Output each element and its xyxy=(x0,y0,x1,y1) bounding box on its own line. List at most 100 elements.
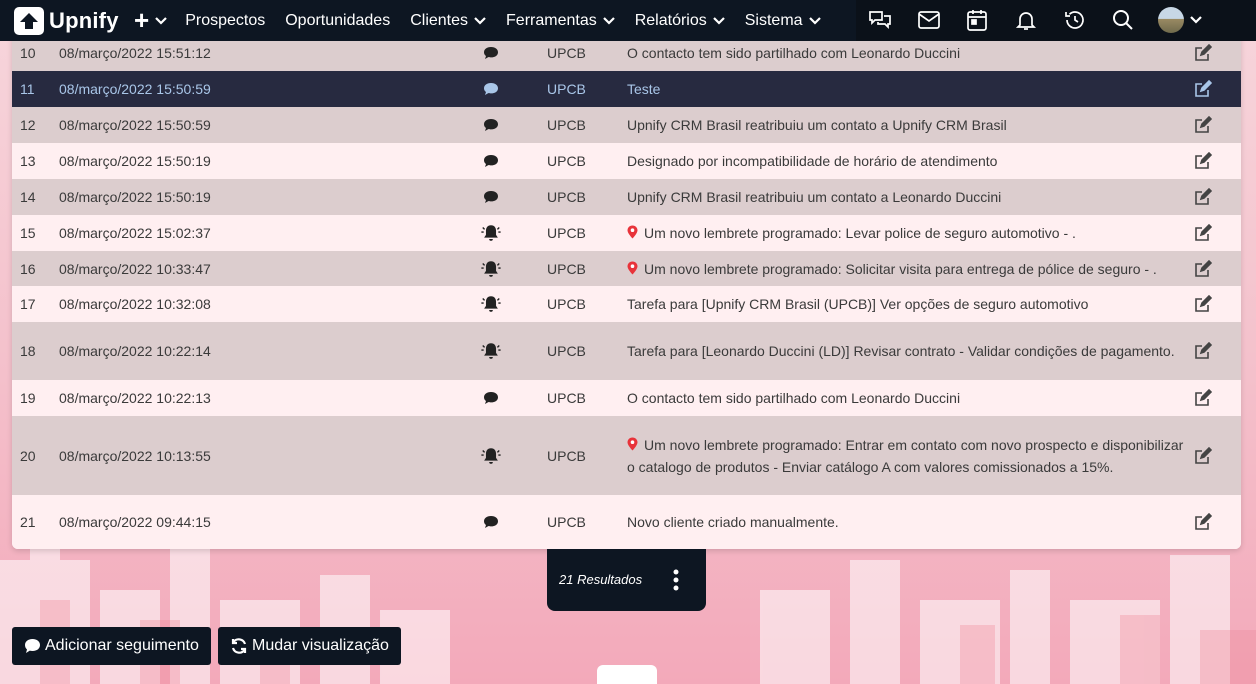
more-options-icon[interactable] xyxy=(672,569,680,591)
chat-bubbles-icon[interactable] xyxy=(868,8,892,32)
refresh-icon xyxy=(231,638,247,654)
row-date: 08/março/2022 10:33:47 xyxy=(59,260,211,277)
row-description: Um novo lembrete programado: Entrar em c… xyxy=(627,434,1187,478)
nav-prospectos-label: Prospectos xyxy=(185,11,266,29)
mail-icon[interactable] xyxy=(917,8,941,32)
plus-icon: + xyxy=(134,4,150,35)
table-row[interactable]: 14 08/março/2022 15:50:19 UPCB Upnify CRM B… xyxy=(12,179,1241,215)
table-row[interactable]: 17 08/março/2022 10:32:08 UPCB Tarefa para … xyxy=(12,286,1241,322)
row-number: 19 xyxy=(20,390,36,406)
row-user: UPCB xyxy=(547,390,586,406)
row-description-text: Um novo lembrete programado: Solicitar v… xyxy=(644,260,1157,277)
bell-ring-icon xyxy=(480,223,502,243)
edit-icon[interactable] xyxy=(1194,151,1213,170)
comment-icon xyxy=(480,115,502,135)
calendar-icon[interactable] xyxy=(965,8,989,32)
table-row[interactable]: 20 08/março/2022 10:13:55 UPCB Um novo lemb… xyxy=(12,416,1241,495)
row-description: O contacto tem sido partilhado com Leona… xyxy=(627,387,1187,409)
bell-icon[interactable] xyxy=(1014,8,1038,32)
row-user: UPCB xyxy=(547,153,586,169)
row-description: Upnify CRM Brasil reatribuiu um contato … xyxy=(627,114,1187,136)
edit-icon[interactable] xyxy=(1194,446,1213,465)
nav-oportunidades[interactable]: Oportunidades xyxy=(285,12,390,30)
history-icon[interactable] xyxy=(1063,8,1087,32)
row-date: 08/março/2022 15:51:12 xyxy=(59,45,211,61)
edit-icon[interactable] xyxy=(1194,115,1213,134)
edit-icon[interactable] xyxy=(1194,388,1213,407)
add-followup-button[interactable]: Adicionar seguimento xyxy=(12,627,211,665)
top-navigation-bar: Upnify + Prospectos Oportunidades Client… xyxy=(0,0,1256,41)
nav-right-toolbar xyxy=(856,0,1256,41)
location-pin-icon xyxy=(627,225,644,241)
row-description-text: Designado por incompatibilidade de horár… xyxy=(627,153,998,169)
activity-table: 10 08/março/2022 15:51:12 UPCB O contacto t… xyxy=(12,35,1241,549)
table-row[interactable]: 15 08/março/2022 15:02:37 UPCB Um novo lemb… xyxy=(12,215,1241,251)
change-view-button[interactable]: Mudar visualização xyxy=(218,627,401,665)
row-number: 11 xyxy=(20,81,35,97)
table-row[interactable]: 21 08/março/2022 09:44:15 UPCB Novo cliente… xyxy=(12,495,1241,549)
row-user: UPCB xyxy=(547,260,586,277)
row-date: 08/março/2022 10:13:55 xyxy=(59,447,211,464)
row-number: 10 xyxy=(20,45,36,61)
row-user: UPCB xyxy=(547,296,586,312)
table-row[interactable]: 12 08/março/2022 15:50:59 UPCB Upnify CRM B… xyxy=(12,107,1241,143)
location-pin-icon xyxy=(627,437,644,453)
chevron-down-icon xyxy=(155,16,167,25)
bell-ring-icon xyxy=(480,341,502,361)
row-number: 17 xyxy=(20,296,36,312)
edit-icon[interactable] xyxy=(1194,259,1213,278)
table-row[interactable]: 11 08/março/2022 15:50:59 UPCB Teste xyxy=(12,71,1241,107)
table-row[interactable]: 16 08/março/2022 10:33:47 UPCB Um novo lemb… xyxy=(12,251,1241,286)
table-row[interactable]: 19 08/março/2022 10:22:13 UPCB O contacto t… xyxy=(12,380,1241,416)
results-footer: 21 Resultados xyxy=(547,549,706,611)
comment-icon xyxy=(480,43,502,63)
row-description: O contacto tem sido partilhado com Leona… xyxy=(627,42,1187,64)
quick-add-button[interactable]: + xyxy=(134,4,167,35)
row-date: 08/março/2022 10:32:08 xyxy=(59,296,211,312)
table-row[interactable]: 18 08/março/2022 10:22:14 UPCB Tarefa para … xyxy=(12,322,1241,380)
table-row[interactable]: 13 08/março/2022 15:50:19 UPCB Designado po… xyxy=(12,143,1241,179)
row-user: UPCB xyxy=(547,225,586,241)
row-user: UPCB xyxy=(547,514,586,530)
results-count: 21 Resultados xyxy=(559,572,643,587)
bottom-handle[interactable] xyxy=(597,665,657,684)
row-description-text: Um novo lembrete programado: Entrar em c… xyxy=(627,436,1184,475)
edit-icon[interactable] xyxy=(1194,512,1213,531)
row-number: 15 xyxy=(20,225,36,241)
chevron-down-icon xyxy=(808,16,821,25)
row-number: 18 xyxy=(20,343,36,359)
nav-ferramentas[interactable]: Ferramentas xyxy=(506,12,615,30)
edit-icon[interactable] xyxy=(1194,43,1213,62)
nav-sistema[interactable]: Sistema xyxy=(745,12,821,30)
location-pin-icon xyxy=(627,261,644,277)
chevron-down-icon[interactable] xyxy=(1190,16,1202,24)
row-date: 08/março/2022 15:50:59 xyxy=(59,117,211,133)
edit-icon[interactable] xyxy=(1194,223,1213,242)
row-number: 14 xyxy=(20,189,36,205)
row-description-text: Novo cliente criado manualmente. xyxy=(627,514,839,530)
nav-clientes[interactable]: Clientes xyxy=(410,12,486,30)
row-description-text: Upnify CRM Brasil reatribuiu um contato … xyxy=(627,117,1007,133)
edit-icon[interactable] xyxy=(1194,187,1213,206)
row-date: 08/março/2022 15:50:19 xyxy=(59,153,211,169)
upnify-logo-icon xyxy=(14,6,44,35)
row-description: Tarefa para [Upnify CRM Brasil (UPCB)] V… xyxy=(627,293,1187,315)
nav-prospectos[interactable]: Prospectos xyxy=(185,12,265,30)
edit-icon[interactable] xyxy=(1194,294,1213,313)
comment-icon xyxy=(25,639,40,653)
row-description: Um novo lembrete programado: Solicitar v… xyxy=(627,258,1187,280)
row-description: Teste xyxy=(627,78,1187,100)
row-user: UPCB xyxy=(547,81,586,97)
app-logo[interactable]: Upnify xyxy=(0,6,134,35)
edit-icon[interactable] xyxy=(1194,79,1213,98)
nav-relatorios[interactable]: Relatórios xyxy=(635,12,725,30)
app-name: Upnify xyxy=(49,7,119,33)
row-date: 08/março/2022 10:22:13 xyxy=(59,390,211,406)
row-user: UPCB xyxy=(547,189,586,205)
row-date: 08/março/2022 15:02:37 xyxy=(59,225,211,241)
avatar[interactable] xyxy=(1158,7,1184,33)
edit-icon[interactable] xyxy=(1194,341,1213,360)
row-number: 21 xyxy=(20,514,36,530)
search-icon[interactable] xyxy=(1111,8,1135,32)
add-followup-label: Adicionar seguimento xyxy=(45,637,199,654)
